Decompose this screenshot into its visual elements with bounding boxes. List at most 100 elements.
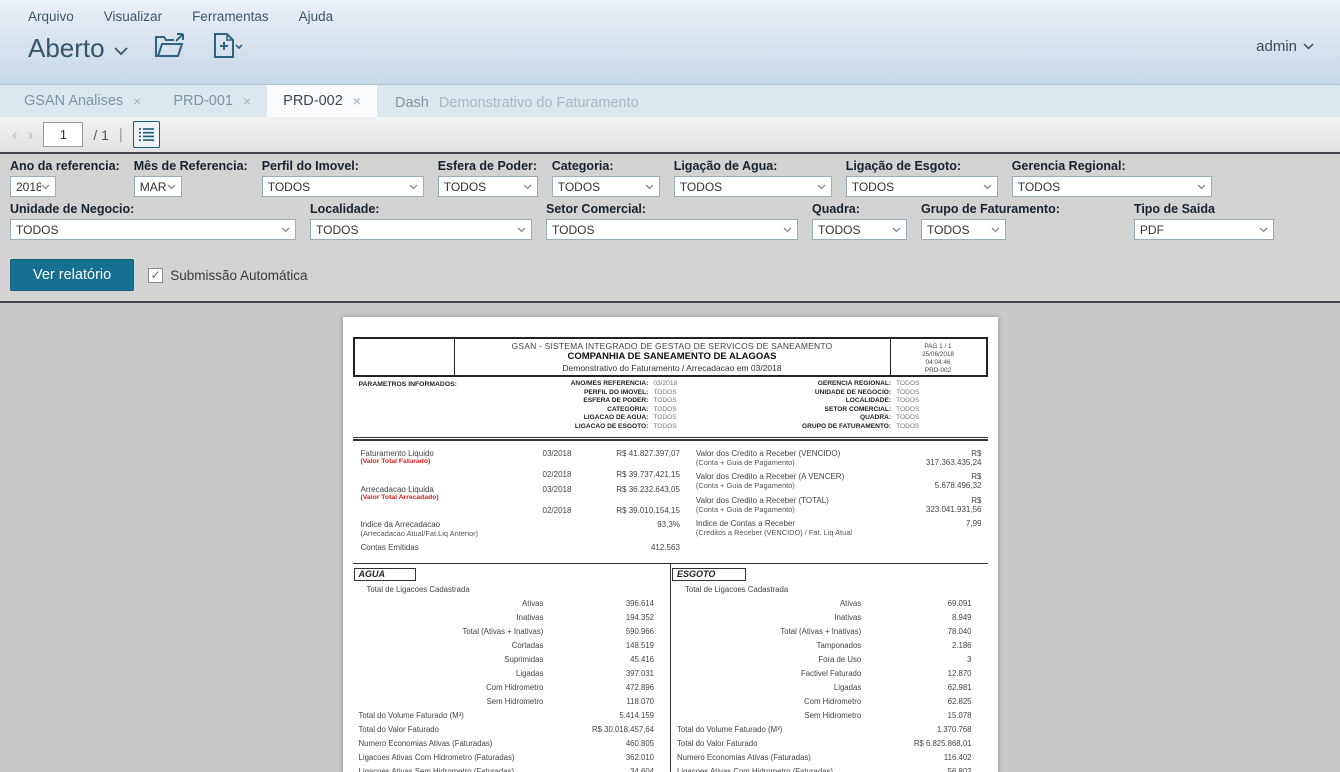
row-value: 45.416 [630,655,670,664]
row-value: 396.614 [626,599,670,608]
parameter-label: GRUPO DE FATURAMENTO: [737,423,891,432]
select-mes-de-referencia[interactable]: MAR [134,176,182,197]
page-number-input[interactable] [43,122,83,147]
select-tipo-de-saida[interactable]: PDF [1134,219,1274,240]
report-row: Total do Volume Faturado (M³)1.370.768 [671,723,988,737]
menu-ajuda[interactable]: Ajuda [299,9,334,24]
page-info-line: PRD-002 [891,367,986,375]
report-row: Total (Ativas + Inativas)590.966 [353,625,671,639]
parameter-value: TODOS [648,414,676,423]
parameter-row: ANO/MES REFERENCIA:03/2018 [504,380,738,389]
select-ligacao-de-agua[interactable]: TODOS [674,176,832,197]
auto-submit-checkbox[interactable]: ✓ [148,268,163,283]
row-value: 62.825 [948,697,988,706]
filter-localidade: Localidade:TODOS [310,202,532,240]
tab-label: PRD-001 [173,93,233,109]
view-report-button[interactable]: Ver relatório [10,259,134,291]
parameter-value: TODOS [891,389,919,398]
select-esfera-de-poder[interactable]: TODOS [438,176,538,197]
summary-note: (Conta + Guia de Pagamento) [696,458,926,467]
tabs: GSAN Analises×PRD-001×PRD-002× [8,85,377,117]
report-row: Total do Valor FaturadoR$ 6.825.868,01 [671,737,988,751]
select-grupo-de-faturamento[interactable]: TODOS [921,219,1006,240]
parameter-label: CATEGORIA: [504,406,649,415]
tab-prd-002[interactable]: PRD-002× [267,85,377,117]
select-setor-comercial[interactable]: TODOS [546,219,798,240]
row-label: Ativas [353,599,550,608]
select-quadra[interactable]: TODOS [812,219,907,240]
select-categoria[interactable]: TODOS [552,176,660,197]
parameter-label: LOCALIDADE: [737,397,891,406]
row-value: R$ 6.825.868,01 [914,739,988,748]
row-label: Ligacoes Ativas Com Hidrometro (Faturada… [353,753,515,762]
menu-visualizar[interactable]: Visualizar [104,9,162,24]
tab-prd-001[interactable]: PRD-001 × [157,85,267,117]
tab-gsan-analises[interactable]: GSAN Analises× [8,85,157,117]
summary-left-column: Faturamento Liquido(Valor Total Faturado… [361,447,684,555]
parameters-right-column: GERENCIA REGIONAL:TODOSUNIDADE DE NEGOCI… [737,380,985,432]
parameter-value: TODOS [648,406,676,415]
report-company-title: COMPANHIA DE SANEAMENTO DE ALAGOAS [455,351,890,362]
report-row: Total do Volume Faturado (M³)5.414.159 [353,709,671,723]
report-row: Fora de Uso3 [671,653,988,667]
row-label: Sem Hidrometro [353,697,550,706]
select-value: TODOS [1018,180,1197,194]
summary-sublabel: (Valor Total Arrecadado) [361,494,543,501]
report-row: Ativas 396.614 [353,597,671,611]
report-row: Total do Valor FaturadoR$ 30.018.457,64 [353,723,671,737]
bookmarks-list-button[interactable] [133,121,160,148]
chevron-down-icon [1303,43,1314,50]
parameter-row: LIGACAO DE ESGOTO:TODOS [504,423,738,432]
parameter-row: PERFIL DO IMOVEL:TODOS [504,389,738,398]
dash-report-title: DashDemonstrativo do Faturamento [395,95,639,111]
report-row: Suprimidas 45.416 [353,653,671,667]
row-label: Suprimidas [353,655,550,664]
select-ano-da-referencia[interactable]: 2018 [10,176,56,197]
row-value: 460.805 [626,739,670,748]
filter-label: Grupo de Faturamento: [921,202,1060,216]
row-value: R$ 30.018.457,64 [592,725,670,734]
summary-period: 03/2018 [543,485,603,494]
filter-label: Mês de Referencia: [134,159,248,173]
chevron-down-icon [114,47,128,56]
menu-arquivo[interactable]: Arquivo [28,9,74,24]
report-row: Factivel Faturado12.870 [671,667,988,681]
filter-panel: Ano da referencia:2018Mês de Referencia:… [0,154,1340,251]
parameter-label: QUADRA: [737,414,891,423]
report-viewer: GSAN - SISTEMA INTEGRADO DE GESTAO DE SE… [0,303,1340,772]
parameter-row: LIGACAO DE AGUA:TODOS [504,414,738,423]
new-document-icon[interactable] [213,32,243,64]
filter-label: Quadra: [812,202,907,216]
close-icon[interactable]: × [133,93,141,109]
row-value: 78.040 [948,627,988,636]
row-value: 194.352 [626,613,670,622]
filter-label: Unidade de Negocio: [10,202,296,216]
open-dropdown[interactable]: Aberto [28,33,128,64]
menu-ferramentas[interactable]: Ferramentas [192,9,269,24]
filter-row-1: Ano da referencia:2018Mês de Referencia:… [10,159,1340,197]
previous-page-button[interactable]: ‹ [12,126,18,143]
parameter-label: GERENCIA REGIONAL: [737,380,891,389]
user-menu[interactable]: admin [1256,38,1314,55]
report-system-title: GSAN - SISTEMA INTEGRADO DE GESTAO DE SE… [455,341,890,351]
parameter-row: QUADRA:TODOS [737,414,985,423]
folder-open-icon[interactable] [154,33,187,64]
select-localidade[interactable]: TODOS [310,219,532,240]
select-value: MAR [140,180,167,194]
next-page-button[interactable]: › [28,126,34,143]
select-gerencia-regional[interactable]: TODOS [1012,176,1212,197]
select-ligacao-de-esgoto[interactable]: TODOS [846,176,998,197]
row-label: Tamponados [671,641,867,650]
row-value: 116.402 [944,753,988,762]
close-icon[interactable]: × [243,93,251,109]
water-sewage-section: AGUA Total de Ligacoes CadastradaAtivas3… [353,563,988,772]
chevron-down-icon [892,227,901,233]
actions-row: Ver relatório ✓ Submissão Automática [0,251,1340,303]
report-row: Total de Ligacoes Cadastrada [671,583,988,597]
row-value: 362.010 [626,753,670,762]
select-unidade-de-negocio[interactable]: TODOS [10,219,296,240]
parameter-row: UNIDADE DE NEGOCIO:TODOS [737,389,985,398]
close-icon[interactable]: × [353,93,361,109]
row-label: Total (Ativas + Inativas) [353,627,550,636]
select-perfil-do-imovel[interactable]: TODOS [262,176,424,197]
